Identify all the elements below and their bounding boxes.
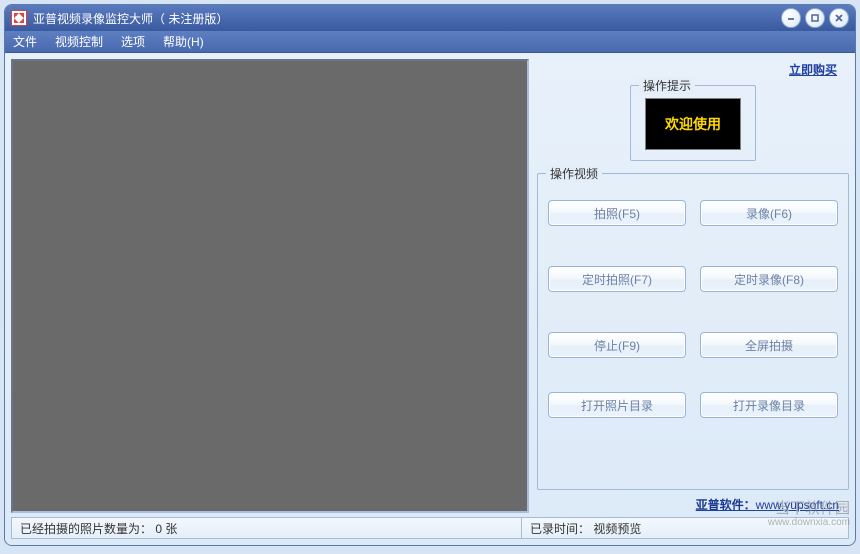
app-window: 亚普视频录像监控大师（ 未注册版） 文件 视频控制 选项 帮助(H) 立即购买	[4, 4, 856, 546]
hint-legend: 操作提示	[639, 77, 695, 94]
minimize-button[interactable]	[781, 8, 801, 28]
button-grid: 拍照(F5) 录像(F6) 定时拍照(F7) 定时录像(F8) 停止(F9) 全…	[548, 200, 838, 358]
menu-video-control[interactable]: 视频控制	[51, 31, 107, 52]
hint-area: 操作提示 欢迎使用	[537, 85, 849, 161]
button-row-last: 打开照片目录 打开录像目录	[548, 392, 838, 418]
maximize-icon	[810, 13, 820, 23]
side-panel: 立即购买 操作提示 欢迎使用 操作视频 拍照(F5) 录像(F6) 定时拍照(F…	[537, 59, 849, 513]
menubar: 文件 视频控制 选项 帮助(H)	[5, 31, 855, 53]
statusbar: 已经拍摄的照片数量为： 0 张 已录时间： 视频预览	[11, 517, 849, 539]
minimize-icon	[786, 13, 796, 23]
window-title: 亚普视频录像监控大师（ 未注册版）	[33, 10, 781, 27]
open-record-dir-button[interactable]: 打开录像目录	[700, 392, 838, 418]
timed-photo-button[interactable]: 定时拍照(F7)	[548, 266, 686, 292]
app-icon	[11, 10, 27, 26]
status-record-time: 已录时间： 视频预览	[522, 518, 848, 538]
window-controls	[781, 8, 849, 28]
video-preview	[11, 59, 529, 513]
photo-button[interactable]: 拍照(F5)	[548, 200, 686, 226]
welcome-marquee: 欢迎使用	[645, 98, 741, 150]
operations-group: 操作视频 拍照(F5) 录像(F6) 定时拍照(F7) 定时录像(F8) 停止(…	[537, 173, 849, 490]
buy-now-link[interactable]: 立即购买	[789, 61, 837, 78]
fullscreen-button[interactable]: 全屏拍摄	[700, 332, 838, 358]
menu-options[interactable]: 选项	[117, 31, 149, 52]
timed-record-button[interactable]: 定时录像(F8)	[700, 266, 838, 292]
status-photo-count: 已经拍摄的照片数量为： 0 张	[12, 518, 522, 538]
open-photo-dir-button[interactable]: 打开照片目录	[548, 392, 686, 418]
stop-button[interactable]: 停止(F9)	[548, 332, 686, 358]
maximize-button[interactable]	[805, 8, 825, 28]
close-button[interactable]	[829, 8, 849, 28]
menu-help[interactable]: 帮助(H)	[159, 31, 208, 52]
close-icon	[834, 13, 844, 23]
menu-file[interactable]: 文件	[9, 31, 41, 52]
hint-group: 操作提示 欢迎使用	[630, 85, 756, 161]
main-row: 立即购买 操作提示 欢迎使用 操作视频 拍照(F5) 录像(F6) 定时拍照(F…	[11, 59, 849, 513]
site-link[interactable]: 亚普软件：www.yupsoft.cn	[696, 496, 839, 513]
titlebar[interactable]: 亚普视频录像监控大师（ 未注册版）	[5, 5, 855, 31]
record-button[interactable]: 录像(F6)	[700, 200, 838, 226]
ops-legend: 操作视频	[546, 165, 602, 182]
site-url: www.yupsoft.cn	[756, 498, 839, 512]
site-prefix: 亚普软件：	[696, 498, 756, 512]
client-area: 立即购买 操作提示 欢迎使用 操作视频 拍照(F5) 录像(F6) 定时拍照(F…	[5, 53, 855, 545]
